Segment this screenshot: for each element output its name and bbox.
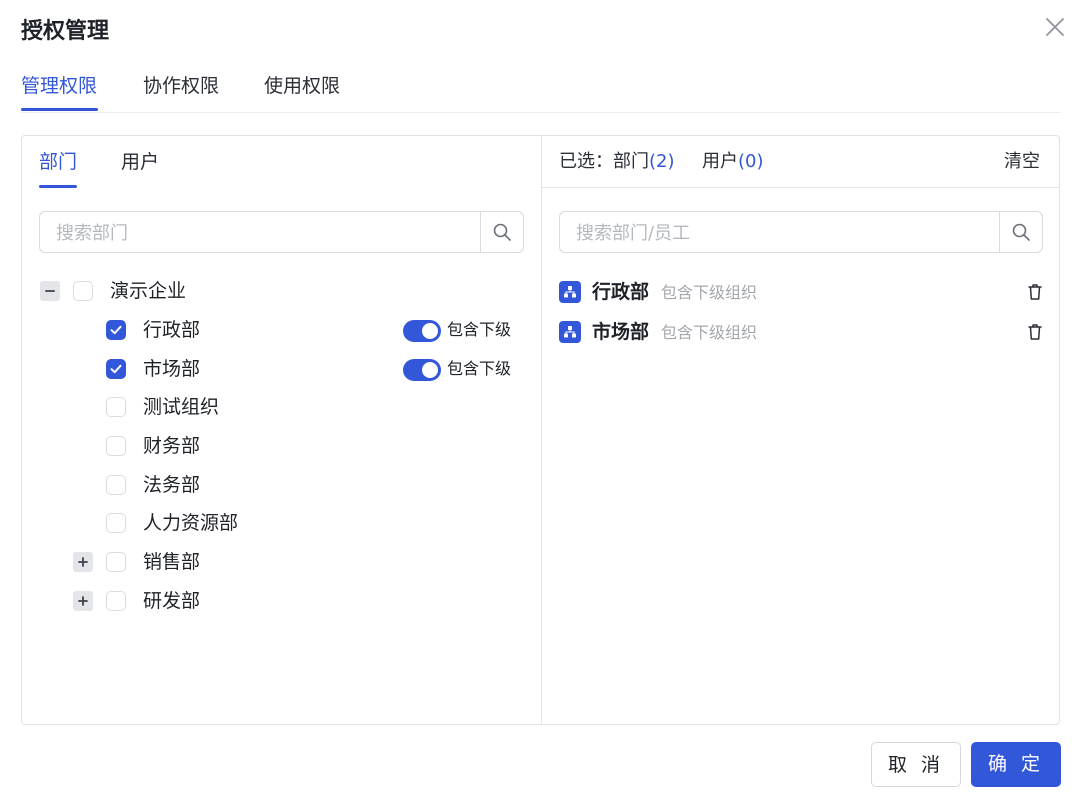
department-tree: 演示企业 行政部 包含下级 市场部 包含下级 测试组织 财务部 法务部 人力资源… xyxy=(0,0,541,806)
tree-node-label[interactable]: 财务部 xyxy=(143,433,200,459)
trash-icon[interactable] xyxy=(1025,282,1045,302)
collapse-icon[interactable] xyxy=(40,281,60,301)
include-children-toggle[interactable] xyxy=(403,359,441,381)
user-count: (0) xyxy=(738,151,764,172)
selected-dept-label: 已选：部门 xyxy=(559,151,649,172)
tree-node-label[interactable]: 市场部 xyxy=(143,356,200,382)
tree-node-root[interactable]: 演示企业 xyxy=(110,278,186,304)
expand-icon[interactable] xyxy=(73,591,93,611)
tree-node-label[interactable]: 法务部 xyxy=(143,472,200,498)
selected-search-input[interactable] xyxy=(574,220,998,246)
tree-node-label[interactable]: 行政部 xyxy=(143,317,200,343)
close-icon[interactable] xyxy=(1042,14,1068,40)
selected-item: 市场部 包含下级组织 xyxy=(559,318,1049,346)
checkbox-dept-6[interactable] xyxy=(106,513,126,533)
selected-user-label: 用户 xyxy=(702,151,738,172)
include-children-toggle[interactable] xyxy=(403,320,441,342)
tree-node-label[interactable]: 销售部 xyxy=(143,549,200,575)
org-icon xyxy=(559,321,581,343)
include-children-label: 包含下级 xyxy=(447,320,512,339)
selected-summary: 已选：部门(2) xyxy=(559,148,675,176)
checkbox-dept-5[interactable] xyxy=(106,475,126,495)
selected-item-name: 市场部 xyxy=(592,321,650,343)
checkbox-root[interactable] xyxy=(73,281,93,301)
selected-item: 行政部 包含下级组织 xyxy=(559,278,1049,306)
checkbox-dept-1[interactable] xyxy=(106,320,126,340)
include-children-label: 包含下级 xyxy=(447,359,512,378)
clear-button[interactable]: 清空 xyxy=(1004,148,1040,176)
checkbox-dept-8[interactable] xyxy=(106,591,126,611)
checkbox-dept-3[interactable] xyxy=(106,397,126,417)
selected-item-note: 包含下级组织 xyxy=(661,323,758,342)
selected-item-name: 行政部 xyxy=(592,281,650,303)
tree-node-label[interactable]: 人力资源部 xyxy=(143,510,238,536)
trash-icon[interactable] xyxy=(1025,322,1045,342)
checkbox-dept-2[interactable] xyxy=(106,359,126,379)
expand-icon[interactable] xyxy=(73,552,93,572)
checkbox-dept-7[interactable] xyxy=(106,552,126,572)
right-header-divider xyxy=(542,187,1059,188)
panel-divider xyxy=(541,136,542,725)
search-icon[interactable] xyxy=(999,212,1042,252)
cancel-button[interactable]: 取 消 xyxy=(871,742,961,787)
confirm-button[interactable]: 确 定 xyxy=(971,742,1061,787)
selected-user-summary: 用户(0) xyxy=(702,148,764,176)
selected-search xyxy=(559,211,1043,253)
tree-node-label[interactable]: 测试组织 xyxy=(143,394,219,420)
selected-item-note: 包含下级组织 xyxy=(661,283,758,302)
org-icon xyxy=(559,281,581,303)
tree-node-label[interactable]: 研发部 xyxy=(143,588,200,614)
checkbox-dept-4[interactable] xyxy=(106,436,126,456)
dept-count: (2) xyxy=(649,151,675,172)
